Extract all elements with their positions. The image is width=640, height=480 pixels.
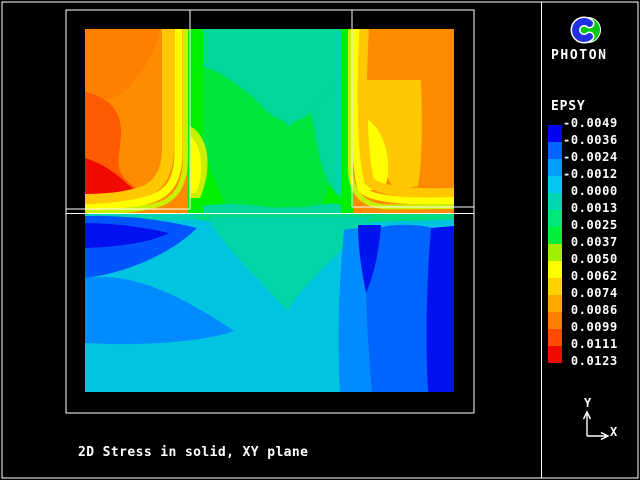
legend-swatch bbox=[548, 210, 562, 227]
legend-swatch bbox=[548, 159, 562, 176]
legend-value: 0.0013 bbox=[563, 202, 618, 215]
axis-x-label: X bbox=[610, 426, 617, 438]
legend-value: 0.0111 bbox=[563, 338, 618, 351]
legend-swatch bbox=[548, 193, 562, 210]
legend-value: -0.0036 bbox=[563, 134, 618, 147]
legend-value: 0.0086 bbox=[563, 304, 618, 317]
legend-swatch bbox=[548, 244, 562, 261]
legend-value: -0.0012 bbox=[563, 168, 618, 181]
legend-swatch bbox=[548, 278, 562, 295]
legend-swatch bbox=[548, 329, 562, 346]
legend-value: 0.0025 bbox=[563, 219, 618, 232]
legend-value: 0.0074 bbox=[563, 287, 618, 300]
legend-value: -0.0049 bbox=[563, 117, 618, 130]
photon-window: PHOTON EPSY -0.0049-0.0036-0.0024-0.0012… bbox=[0, 0, 640, 480]
legend-value: 0.0037 bbox=[563, 236, 618, 249]
legend-swatch bbox=[548, 176, 562, 193]
legend-value: -0.0024 bbox=[563, 151, 618, 164]
legend-swatch bbox=[548, 312, 562, 329]
legend-swatch bbox=[548, 346, 562, 363]
legend-swatch bbox=[548, 295, 562, 312]
axis-y-label: Y bbox=[584, 397, 591, 409]
legend-value: 0.0099 bbox=[563, 321, 618, 334]
plot-caption: 2D Stress in solid, XY plane bbox=[78, 446, 308, 460]
legend-value: 0.0050 bbox=[563, 253, 618, 266]
legend-swatch bbox=[548, 125, 562, 142]
legend-value: 0.0062 bbox=[563, 270, 618, 283]
legend-swatch bbox=[548, 142, 562, 159]
legend-swatch bbox=[548, 261, 562, 278]
legend-scale: -0.0049 -0.0036 -0.0024 -0.0012 0.0000 0.00… bbox=[0, 0, 640, 480]
legend-value: 0.0000 bbox=[563, 185, 618, 198]
legend-value: 0.0123 bbox=[563, 355, 618, 368]
legend-swatch bbox=[548, 227, 562, 244]
